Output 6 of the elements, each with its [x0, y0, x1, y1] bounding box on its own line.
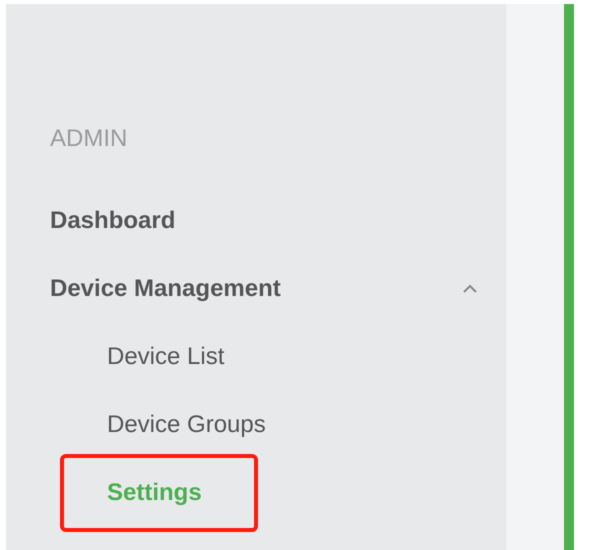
- nav-subitem[interactable]: Device List: [107, 343, 224, 370]
- section-label: ADMIN: [50, 124, 128, 154]
- nav-item[interactable]: Dashboard: [50, 204, 176, 238]
- chevron-up-icon[interactable]: [462, 284, 478, 294]
- nav-subitem[interactable]: Device Groups: [107, 411, 266, 438]
- nav-item[interactable]: Device Management: [50, 272, 281, 306]
